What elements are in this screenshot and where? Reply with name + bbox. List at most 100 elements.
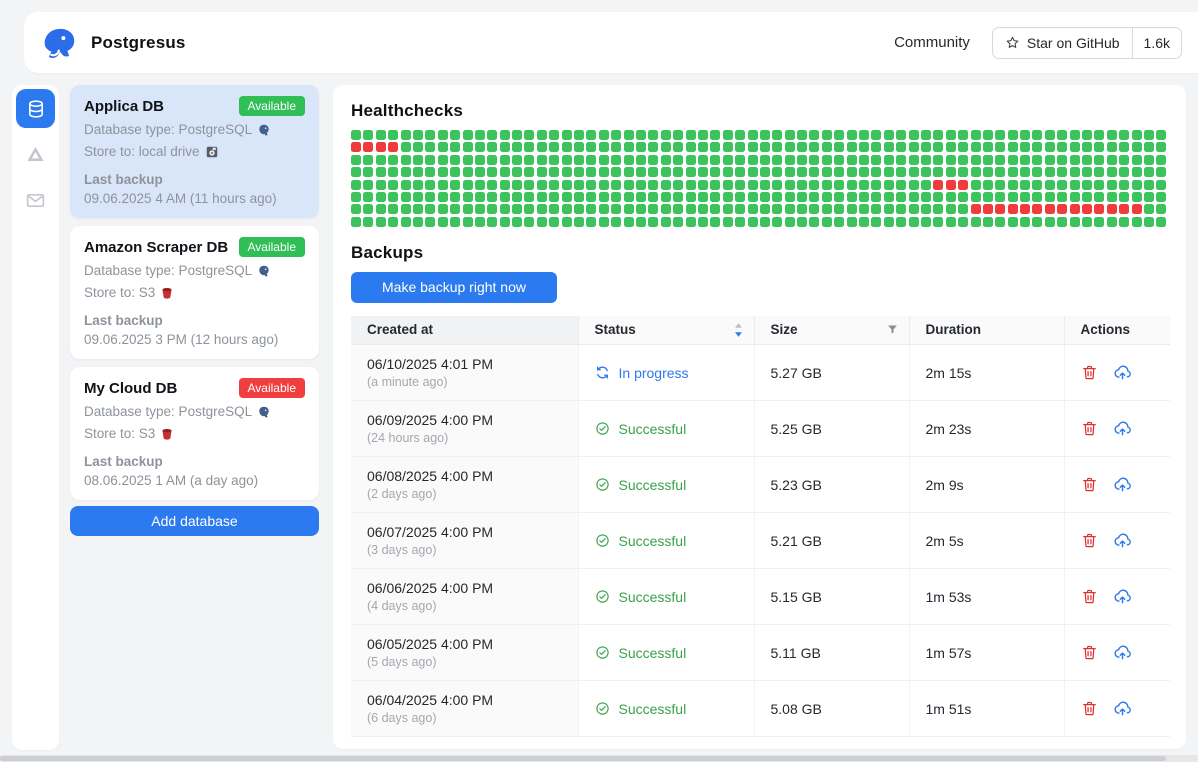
status-value: Successful — [595, 645, 744, 661]
healthcheck-cell — [1082, 130, 1092, 140]
restore-backup-button[interactable] — [1114, 644, 1131, 661]
healthcheck-cell — [512, 217, 522, 227]
healthcheck-cell — [562, 180, 572, 190]
col-header-status[interactable]: Status — [578, 316, 754, 345]
status-cell: Successful — [578, 625, 754, 681]
healthcheck-cell — [1020, 142, 1030, 152]
col-header-actions: Actions — [1064, 316, 1170, 345]
last-backup-value: 09.06.2025 3 PM (12 hours ago) — [84, 332, 305, 347]
nav-item-storages[interactable] — [16, 135, 55, 174]
healthcheck-cell — [735, 167, 745, 177]
healthcheck-cell — [834, 192, 844, 202]
database-card[interactable]: Applica DBAvailableDatabase type: Postgr… — [70, 85, 319, 218]
healthcheck-cell — [388, 217, 398, 227]
healthcheck-cell — [450, 192, 460, 202]
duration-cell: 2m 5s — [909, 513, 1064, 569]
delete-backup-button[interactable] — [1081, 644, 1098, 661]
healthcheck-cell — [871, 217, 881, 227]
healthcheck-cell — [1094, 180, 1104, 190]
delete-backup-button[interactable] — [1081, 532, 1098, 549]
healthcheck-cell — [1032, 155, 1042, 165]
delete-backup-button[interactable] — [1081, 364, 1098, 381]
horizontal-scrollbar[interactable] — [0, 755, 1198, 762]
healthcheck-cell — [995, 217, 1005, 227]
healthcheck-cell — [834, 167, 844, 177]
healthcheck-cell — [1008, 217, 1018, 227]
restore-backup-button[interactable] — [1114, 532, 1131, 549]
database-name: My Cloud DB — [84, 378, 177, 397]
check-circle-icon — [595, 421, 610, 436]
size-cell: 5.21 GB — [754, 513, 909, 569]
status-value: Successful — [595, 533, 744, 549]
nav-item-databases[interactable] — [16, 89, 55, 128]
delete-backup-button[interactable] — [1081, 588, 1098, 605]
created-at-ago: (a minute ago) — [367, 375, 568, 389]
duration-cell: 1m 51s — [909, 681, 1064, 737]
healthcheck-cell — [1020, 217, 1030, 227]
healthcheck-cell — [933, 180, 943, 190]
add-database-button[interactable]: Add database — [70, 506, 319, 536]
community-link[interactable]: Community — [894, 34, 970, 51]
healthcheck-cell — [946, 142, 956, 152]
healthcheck-cell — [363, 130, 373, 140]
sort-icon[interactable] — [733, 321, 744, 339]
delete-backup-button[interactable] — [1081, 476, 1098, 493]
restore-backup-button[interactable] — [1114, 700, 1131, 717]
created-at-ago: (3 days ago) — [367, 543, 568, 557]
filter-icon[interactable] — [886, 323, 899, 336]
database-card-header: Amazon Scraper DBAvailable — [84, 237, 305, 257]
healthcheck-cell — [661, 192, 671, 202]
healthchecks-grid — [351, 130, 1167, 227]
scrollbar-thumb[interactable] — [0, 756, 1166, 761]
healthcheck-cell — [661, 130, 671, 140]
healthcheck-cell — [438, 155, 448, 165]
created-at-date: 06/04/2025 4:00 PM — [367, 692, 568, 708]
col-header-duration: Duration — [909, 316, 1064, 345]
healthcheck-cell — [673, 167, 683, 177]
healthcheck-cell — [1119, 180, 1129, 190]
healthcheck-cell — [537, 167, 547, 177]
database-card[interactable]: Amazon Scraper DBAvailableDatabase type:… — [70, 226, 319, 359]
created-at-ago: (5 days ago) — [367, 655, 568, 669]
restore-backup-button[interactable] — [1114, 364, 1131, 381]
healthcheck-cell — [1082, 204, 1092, 214]
healthchecks-title: Healthchecks — [351, 101, 1168, 121]
healthcheck-cell — [921, 167, 931, 177]
actions-cell — [1064, 345, 1170, 401]
app-header: Postgresus Community Star on GitHub 1.6k — [24, 12, 1198, 73]
healthcheck-cell — [636, 142, 646, 152]
healthcheck-cell — [1057, 130, 1067, 140]
healthcheck-cell — [1032, 192, 1042, 202]
healthcheck-cell — [1094, 142, 1104, 152]
restore-backup-button[interactable] — [1114, 420, 1131, 437]
healthcheck-cell — [921, 180, 931, 190]
check-circle-icon — [595, 589, 610, 604]
healthcheck-cell — [909, 130, 919, 140]
col-header-created-at: Created at — [351, 316, 578, 345]
healthcheck-cell — [946, 180, 956, 190]
healthcheck-cell — [834, 180, 844, 190]
delete-backup-button[interactable] — [1081, 420, 1098, 437]
healthcheck-cell — [995, 142, 1005, 152]
status-cell: Successful — [578, 401, 754, 457]
healthcheck-cell — [983, 180, 993, 190]
healthcheck-cell — [896, 142, 906, 152]
github-star-button[interactable]: Star on GitHub 1.6k — [992, 27, 1182, 59]
healthcheck-cell — [661, 142, 671, 152]
healthcheck-cell — [351, 204, 361, 214]
delete-backup-button[interactable] — [1081, 700, 1098, 717]
healthcheck-cell — [822, 155, 832, 165]
healthcheck-cell — [1045, 167, 1055, 177]
healthcheck-cell — [673, 155, 683, 165]
healthcheck-cell — [995, 204, 1005, 214]
restore-backup-button[interactable] — [1114, 476, 1131, 493]
database-card[interactable]: My Cloud DBAvailableDatabase type: Postg… — [70, 367, 319, 500]
restore-backup-button[interactable] — [1114, 588, 1131, 605]
healthcheck-cell — [425, 217, 435, 227]
healthcheck-cell — [425, 130, 435, 140]
drive-icon — [25, 144, 46, 165]
healthcheck-cell — [549, 180, 559, 190]
nav-item-notifiers[interactable] — [16, 181, 55, 220]
healthcheck-cell — [562, 130, 572, 140]
make-backup-button[interactable]: Make backup right now — [351, 272, 557, 303]
